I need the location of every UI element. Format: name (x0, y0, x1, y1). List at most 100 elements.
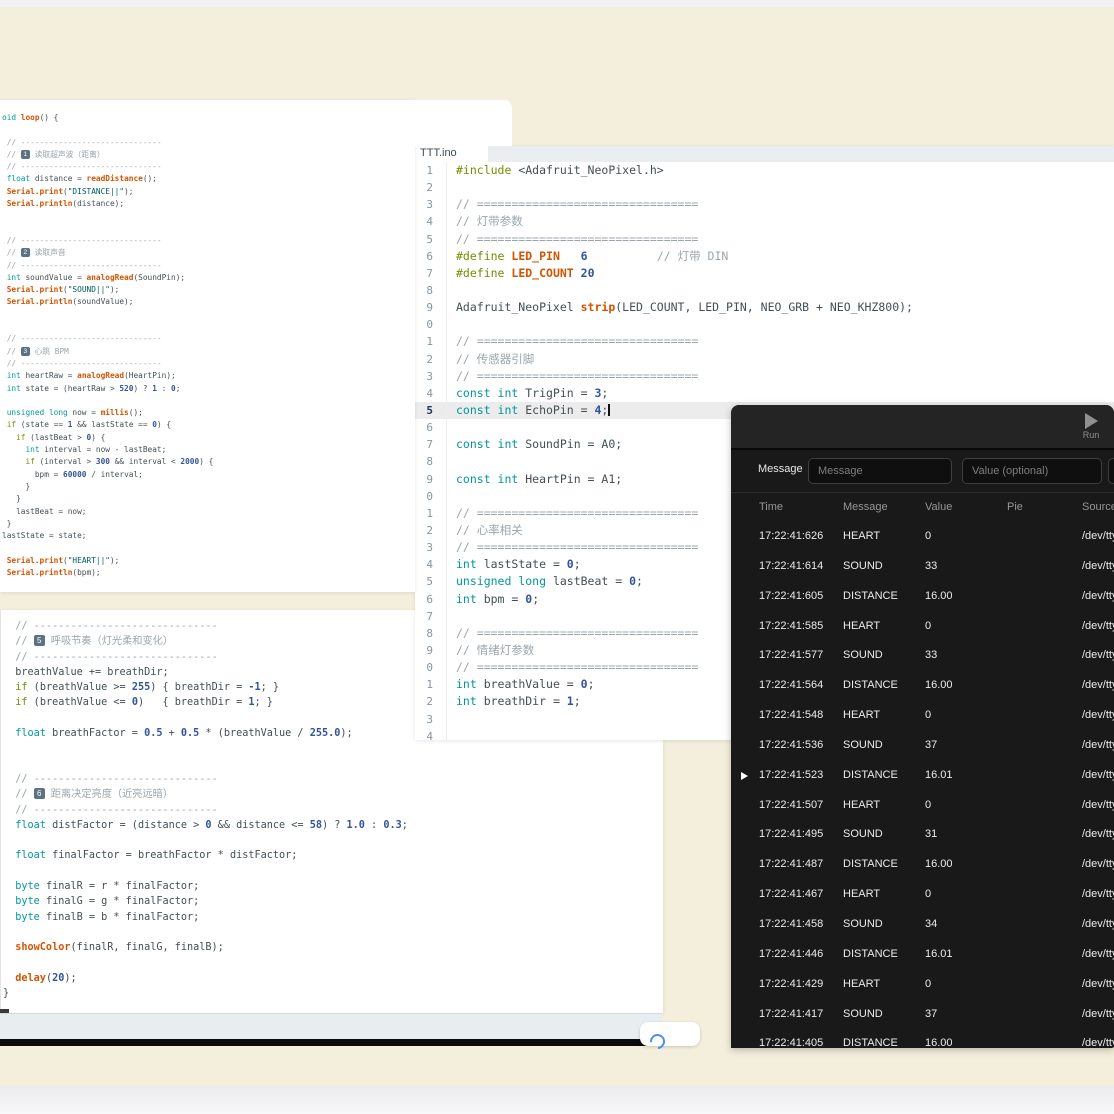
code-line: 4const int TrigPin = 3; (415, 385, 1114, 402)
line-number: 7 (415, 608, 447, 625)
cell-source: /dev/tty (1082, 522, 1114, 552)
run-button[interactable]: Run (1074, 411, 1108, 445)
code-text (447, 179, 1114, 196)
message-input[interactable] (808, 458, 952, 484)
cell-value: 0 (925, 701, 931, 731)
table-row[interactable]: 17:22:41:585HEART0/dev/tty (731, 612, 1114, 642)
cell-source: /dev/tty (1082, 582, 1114, 612)
cell-time: 17:22:41:495 (759, 820, 823, 850)
cell-message: HEART (843, 791, 880, 821)
table-row[interactable]: 17:22:41:614SOUND33/dev/tty (731, 552, 1114, 582)
table-row[interactable]: 17:22:41:417SOUND37/dev/tty (731, 1000, 1114, 1030)
cell-source: /dev/tty (1082, 552, 1114, 582)
code-line: 2 (415, 179, 1114, 196)
code-line: Serial.print("DISTANCE||"); (2, 186, 412, 198)
line-number: 7 (415, 436, 447, 453)
table-row[interactable]: 17:22:41:605DISTANCE16.00/dev/tty (731, 582, 1114, 612)
line-number: 1 (415, 162, 447, 179)
cell-time: 17:22:41:564 (759, 671, 823, 701)
code-line: 4// 灯带参数 (415, 213, 1114, 230)
cell-message: DISTANCE (843, 940, 898, 970)
table-row[interactable]: 17:22:41:446DISTANCE16.01/dev/tty (731, 940, 1114, 970)
table-row[interactable]: 17:22:41:495SOUND31/dev/tty (731, 820, 1114, 850)
code-line: if (state == 1 && lastState == 0) { (2, 419, 412, 431)
tab-ttt-ino[interactable]: TTT.ino (415, 146, 488, 162)
line-number: 1 (415, 676, 447, 693)
bottom-dock-strip (0, 1086, 1114, 1114)
table-row[interactable]: 17:22:41:626HEART0/dev/tty (731, 522, 1114, 552)
header-value: Value (925, 493, 952, 522)
cell-source: /dev/tty (1082, 850, 1114, 880)
cell-source: /dev/tty (1082, 820, 1114, 850)
code-line: Serial.print("HEART||"); (2, 555, 412, 567)
table-row[interactable]: 17:22:41:467HEART0/dev/tty (731, 880, 1114, 910)
cell-time: 17:22:41:429 (759, 970, 823, 1000)
code-text: const int TrigPin = 3; (447, 385, 1114, 402)
code-line (3, 925, 659, 940)
line-number: 0 (415, 659, 447, 676)
code-line: Serial.println(distance); (2, 198, 412, 210)
cell-message: DISTANCE (843, 671, 898, 701)
cell-message: DISTANCE (843, 761, 898, 791)
code-line: oid loop() { (2, 112, 412, 124)
code-line (2, 124, 412, 136)
table-row[interactable]: 17:22:41:523DISTANCE16.01/dev/tty (731, 761, 1114, 791)
line-number: 3 (415, 368, 447, 385)
line-number: 9 (415, 642, 447, 659)
cell-message: DISTANCE (843, 1029, 898, 1048)
line-number: 8 (415, 625, 447, 642)
panel-toolbar: Run (731, 405, 1114, 450)
code-line: // 2 读取声音 (2, 247, 412, 259)
cell-value: 31 (925, 820, 937, 850)
line-number: 0 (415, 488, 447, 505)
cell-value: 37 (925, 1000, 937, 1030)
cell-source: /dev/tty (1082, 910, 1114, 940)
cell-message: SOUND (843, 552, 883, 582)
table-row[interactable]: 17:22:41:458SOUND34/dev/tty (731, 910, 1114, 940)
table-row[interactable]: 17:22:41:405DISTANCE16.00/dev/tty (731, 1029, 1114, 1048)
numbered-badge: 3 (21, 347, 30, 356)
code-line (2, 309, 412, 321)
code-line: // ------------------------------ (2, 358, 412, 370)
table-row[interactable]: 17:22:41:507HEART0/dev/tty (731, 791, 1114, 821)
line-number: 5 (415, 573, 447, 590)
cell-message: HEART (843, 612, 880, 642)
cell-source: /dev/tty (1082, 671, 1114, 701)
extra-input[interactable] (1108, 458, 1114, 484)
line-number: 4 (415, 213, 447, 230)
header-time: Time (759, 493, 783, 522)
cell-time: 17:22:41:458 (759, 910, 823, 940)
table-row[interactable]: 17:22:41:487DISTANCE16.00/dev/tty (731, 850, 1114, 880)
code-line: Serial.print("SOUND||"); (2, 284, 412, 296)
code-line: int interval = now - lastBeat; (2, 444, 412, 456)
code-line: // ------------------------------ (2, 235, 412, 247)
code-text (447, 316, 1114, 333)
header-source: Source (1082, 493, 1114, 522)
table-row[interactable]: 17:22:41:577SOUND33/dev/tty (731, 641, 1114, 671)
code-line: unsigned long now = millis(); (2, 407, 412, 419)
code-block-loop[interactable]: oid loop() { // ------------------------… (2, 112, 412, 590)
header-pie: Pie (1007, 493, 1023, 522)
table-row[interactable]: 17:22:41:564DISTANCE16.00/dev/tty (731, 671, 1114, 701)
code-line: int state = (heartRaw > 520) ? 1 : 0; (2, 383, 412, 395)
code-line: Serial.println(soundValue); (2, 296, 412, 308)
table-row[interactable]: 17:22:41:536SOUND37/dev/tty (731, 731, 1114, 761)
code-line: showColor(finalR, finalG, finalB); (3, 940, 659, 955)
cell-message: DISTANCE (843, 582, 898, 612)
cell-value: 0 (925, 612, 931, 642)
code-line (3, 864, 659, 879)
cell-time: 17:22:41:446 (759, 940, 823, 970)
cell-time: 17:22:41:507 (759, 791, 823, 821)
editor-tab-bar: TTT.ino (415, 146, 1114, 162)
line-number: 3 (415, 539, 447, 556)
cell-time: 17:22:41:405 (759, 1029, 823, 1048)
line-number: 2 (415, 351, 447, 368)
line-number: 2 (415, 522, 447, 539)
code-line: // 3 心跳 BPM (2, 346, 412, 358)
value-input[interactable] (962, 458, 1102, 484)
table-row[interactable]: 17:22:41:429HEART0/dev/tty (731, 970, 1114, 1000)
cell-source: /dev/tty (1082, 1029, 1114, 1048)
cell-message: SOUND (843, 910, 883, 940)
table-row[interactable]: 17:22:41:548HEART0/dev/tty (731, 701, 1114, 731)
cell-source: /dev/tty (1082, 940, 1114, 970)
